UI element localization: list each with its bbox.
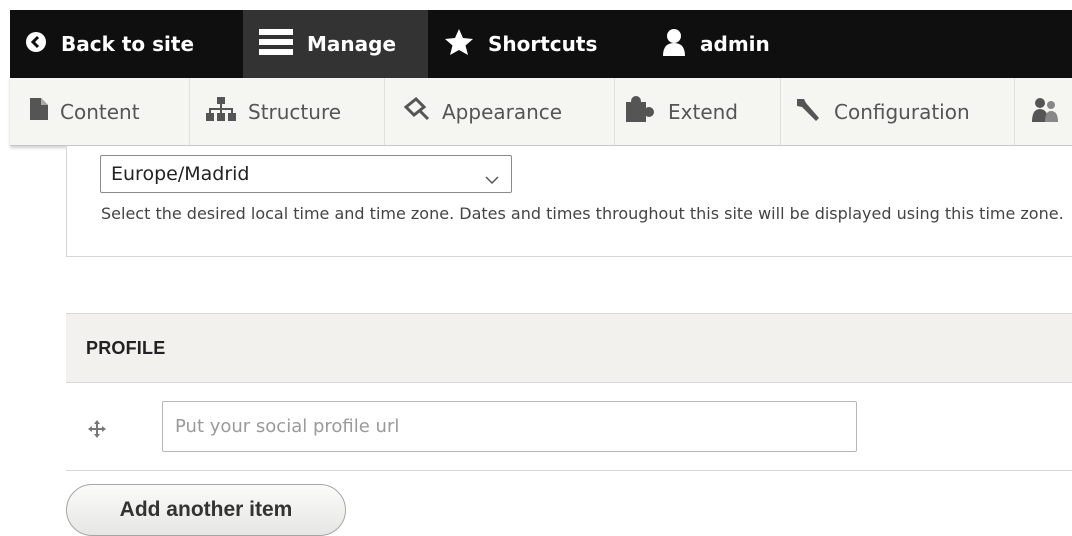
back-to-site-label: Back to site bbox=[61, 32, 195, 56]
tray-divider bbox=[384, 78, 385, 145]
people-icon bbox=[1030, 96, 1060, 127]
tray-divider bbox=[614, 78, 615, 145]
social-profile-url-input[interactable] bbox=[162, 401, 857, 452]
chevron-down-icon bbox=[485, 168, 499, 190]
profile-section-header bbox=[66, 313, 1072, 383]
timezone-description: Select the desired local time and time z… bbox=[101, 204, 1064, 223]
puzzle-icon bbox=[626, 96, 656, 127]
user-tab[interactable]: admin bbox=[662, 10, 770, 78]
tray-item-content[interactable]: Content bbox=[30, 78, 140, 145]
tray-item-extend[interactable]: Extend bbox=[626, 78, 738, 145]
profile-title: PROFILE bbox=[86, 338, 166, 358]
timezone-selected-value: Europe/Madrid bbox=[111, 163, 250, 185]
tray-item-label: Extend bbox=[668, 99, 738, 124]
wrench-icon bbox=[794, 96, 822, 127]
sitemap-icon bbox=[206, 97, 236, 126]
shortcuts-tab[interactable]: Shortcuts bbox=[444, 10, 597, 78]
tray-item-label: Structure bbox=[248, 99, 342, 124]
tray-item-people[interactable] bbox=[1030, 78, 1072, 145]
manage-label: Manage bbox=[307, 32, 397, 56]
timezone-select[interactable]: Europe/Madrid bbox=[100, 155, 512, 193]
back-to-site-link[interactable]: Back to site bbox=[25, 10, 194, 78]
user-label: admin bbox=[700, 32, 770, 56]
add-another-item-button[interactable]: Add another item bbox=[66, 484, 346, 536]
tray-item-configuration[interactable]: Configuration bbox=[794, 78, 970, 145]
tray-divider bbox=[780, 78, 781, 145]
tray-item-appearance[interactable]: Appearance bbox=[403, 78, 563, 145]
shortcuts-label: Shortcuts bbox=[488, 32, 598, 56]
star-icon bbox=[444, 28, 474, 61]
tray-item-label: Configuration bbox=[834, 99, 970, 124]
admin-toolbar: Back to site Manage Shortcuts admin bbox=[10, 10, 1072, 78]
document-icon bbox=[30, 98, 48, 125]
admin-tray: Content Structure Appearance Extend Conf… bbox=[10, 78, 1072, 146]
drag-handle-icon[interactable] bbox=[87, 419, 107, 443]
chevron-left-circle-icon bbox=[25, 31, 47, 58]
user-icon bbox=[662, 28, 686, 61]
manage-tab[interactable]: Manage bbox=[243, 10, 428, 78]
tray-item-structure[interactable]: Structure bbox=[206, 78, 341, 145]
tray-divider bbox=[1014, 78, 1015, 145]
tray-item-label: Appearance bbox=[442, 99, 563, 124]
hamburger-menu-icon bbox=[259, 27, 293, 62]
tray-divider bbox=[189, 78, 190, 145]
paintbrush-icon bbox=[403, 96, 430, 126]
tray-item-label: Content bbox=[60, 99, 140, 124]
